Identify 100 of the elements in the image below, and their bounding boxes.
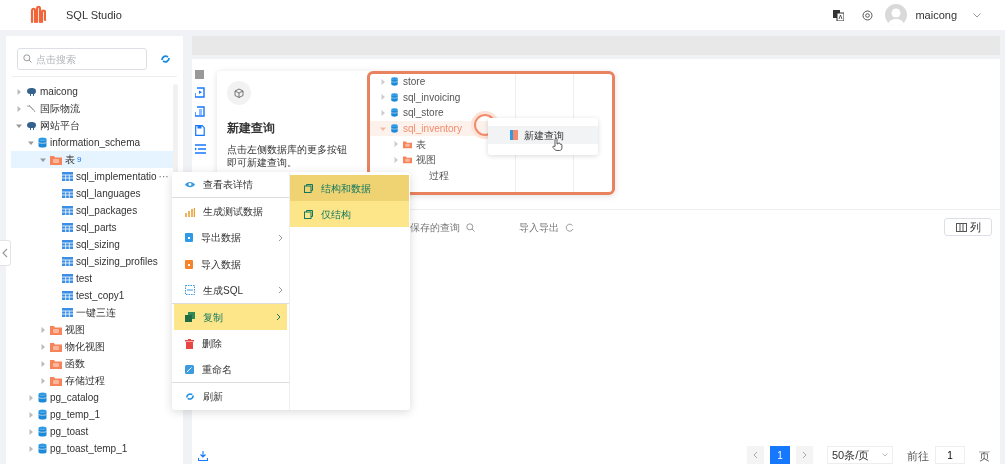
eye-icon <box>185 181 195 189</box>
caret-right-icon[interactable] <box>28 428 34 435</box>
app-title: SQL Studio <box>66 7 122 23</box>
refresh-icon[interactable] <box>160 54 171 64</box>
menu-item[interactable]: 仅结构 <box>290 201 409 227</box>
menu-item[interactable]: 生成SQL <box>172 277 289 304</box>
menu-item[interactable]: 复制 <box>174 303 287 331</box>
table-icon <box>62 223 73 232</box>
settings-icon[interactable] <box>862 9 874 21</box>
database-icon <box>390 108 399 118</box>
tree-item: store <box>370 74 515 90</box>
search-field[interactable]: 点击搜索 <box>17 48 147 70</box>
table-icon <box>62 257 73 266</box>
folder-icon <box>50 358 62 369</box>
tree-item: 视图 <box>370 151 515 168</box>
table-icon <box>62 189 73 198</box>
chevron-right-icon <box>276 313 281 322</box>
bar-chart-icon <box>185 206 195 217</box>
document-icon[interactable] <box>195 106 205 117</box>
caret-right-icon[interactable] <box>16 105 22 112</box>
caret-down-icon[interactable] <box>380 125 386 132</box>
count-label: 9 <box>77 153 82 166</box>
caret-right-icon[interactable] <box>28 394 34 401</box>
tree-item[interactable]: information_schema <box>11 134 177 151</box>
import-icon <box>185 259 193 269</box>
caret-down-icon[interactable] <box>973 12 981 18</box>
database-icon <box>38 426 47 437</box>
guide-description: 点击左侧数据库的更多按钮即可新建查询。 <box>227 143 348 169</box>
refresh-icon[interactable] <box>565 222 574 232</box>
database-icon <box>38 409 47 420</box>
stop-icon[interactable] <box>195 70 204 79</box>
import-export-label[interactable]: 导入导出 <box>519 219 559 235</box>
tree-item[interactable]: 一键三连 <box>11 304 177 321</box>
search-icon <box>23 54 32 63</box>
more-icon[interactable]: ··· <box>158 169 169 184</box>
database-icon <box>390 124 399 134</box>
caret-right-icon[interactable] <box>40 326 46 333</box>
search-icon[interactable] <box>466 222 475 232</box>
database-icon <box>38 443 47 454</box>
run-file-icon[interactable] <box>195 87 205 98</box>
caret-right-icon[interactable] <box>16 88 22 95</box>
next-page-button[interactable] <box>796 446 813 464</box>
tree-item[interactable]: pg_toast <box>11 423 177 440</box>
caret-right-icon[interactable] <box>28 411 34 418</box>
list-icon[interactable] <box>195 144 206 154</box>
caret-down-icon[interactable] <box>28 139 34 146</box>
page-input[interactable]: 1 <box>935 446 965 464</box>
chevron-right-icon <box>278 233 283 242</box>
avatar[interactable] <box>885 4 908 26</box>
tree-item[interactable]: 国际物流 <box>11 100 177 117</box>
tree-item: sql_store <box>370 105 515 121</box>
code-icon <box>185 285 195 296</box>
caret-down-icon[interactable] <box>16 122 22 129</box>
document-icon <box>510 130 518 140</box>
menu-item[interactable]: 重命名 <box>172 356 289 384</box>
tree-item[interactable]: maicong <box>11 83 177 100</box>
table-icon <box>62 172 73 181</box>
user-name[interactable]: maicong <box>915 6 957 24</box>
page-button[interactable]: 1 <box>770 446 790 464</box>
cube-icon <box>234 88 244 98</box>
folder-icon <box>50 154 62 165</box>
caret-right-icon[interactable] <box>380 94 386 101</box>
caret-right-icon[interactable] <box>40 360 46 367</box>
translate-icon[interactable] <box>833 9 845 21</box>
copy-icon <box>304 183 313 193</box>
database-icon <box>38 137 47 148</box>
copy-icon <box>185 312 195 323</box>
folder-icon <box>50 375 62 386</box>
database-icon <box>390 92 399 102</box>
menu-item[interactable]: 查看表详情 <box>172 172 289 199</box>
columns-icon <box>955 222 967 232</box>
folder-icon <box>50 324 62 335</box>
folder-icon <box>50 341 62 352</box>
page-size-select[interactable]: 50条/页 <box>827 446 893 464</box>
menu-item[interactable]: 结构和数据 <box>290 175 409 201</box>
caret-right-icon[interactable] <box>40 343 46 350</box>
tree-item[interactable]: 网站平台 <box>11 117 177 134</box>
tree-item: sql_invoicing <box>370 89 515 106</box>
caret-right-icon[interactable] <box>380 78 386 85</box>
save-icon[interactable] <box>195 125 205 136</box>
tree-item[interactable]: pg_toast_temp_1 <box>11 440 177 457</box>
chevron-right-icon <box>802 451 807 459</box>
folder-icon <box>403 139 412 149</box>
caret-right-icon[interactable] <box>380 110 386 116</box>
trash-icon <box>185 338 194 349</box>
database-icon <box>38 392 47 403</box>
caret-down-icon[interactable] <box>40 156 46 163</box>
saved-queries-label[interactable]: 保存的查询 <box>410 219 460 235</box>
copy-icon <box>304 209 313 219</box>
tree-item: 过程 <box>428 168 450 183</box>
previous-page-button[interactable] <box>747 446 764 464</box>
caret-right-icon[interactable] <box>40 377 46 384</box>
collapse-handle[interactable] <box>0 240 11 266</box>
caret-right-icon[interactable] <box>393 141 399 148</box>
goto-label: 前往 <box>907 448 929 464</box>
table-icon <box>62 240 73 249</box>
download-icon[interactable] <box>198 451 208 461</box>
caret-right-icon[interactable] <box>28 445 34 452</box>
columns-button[interactable]: 列 <box>944 218 992 236</box>
caret-right-icon[interactable] <box>393 156 399 163</box>
